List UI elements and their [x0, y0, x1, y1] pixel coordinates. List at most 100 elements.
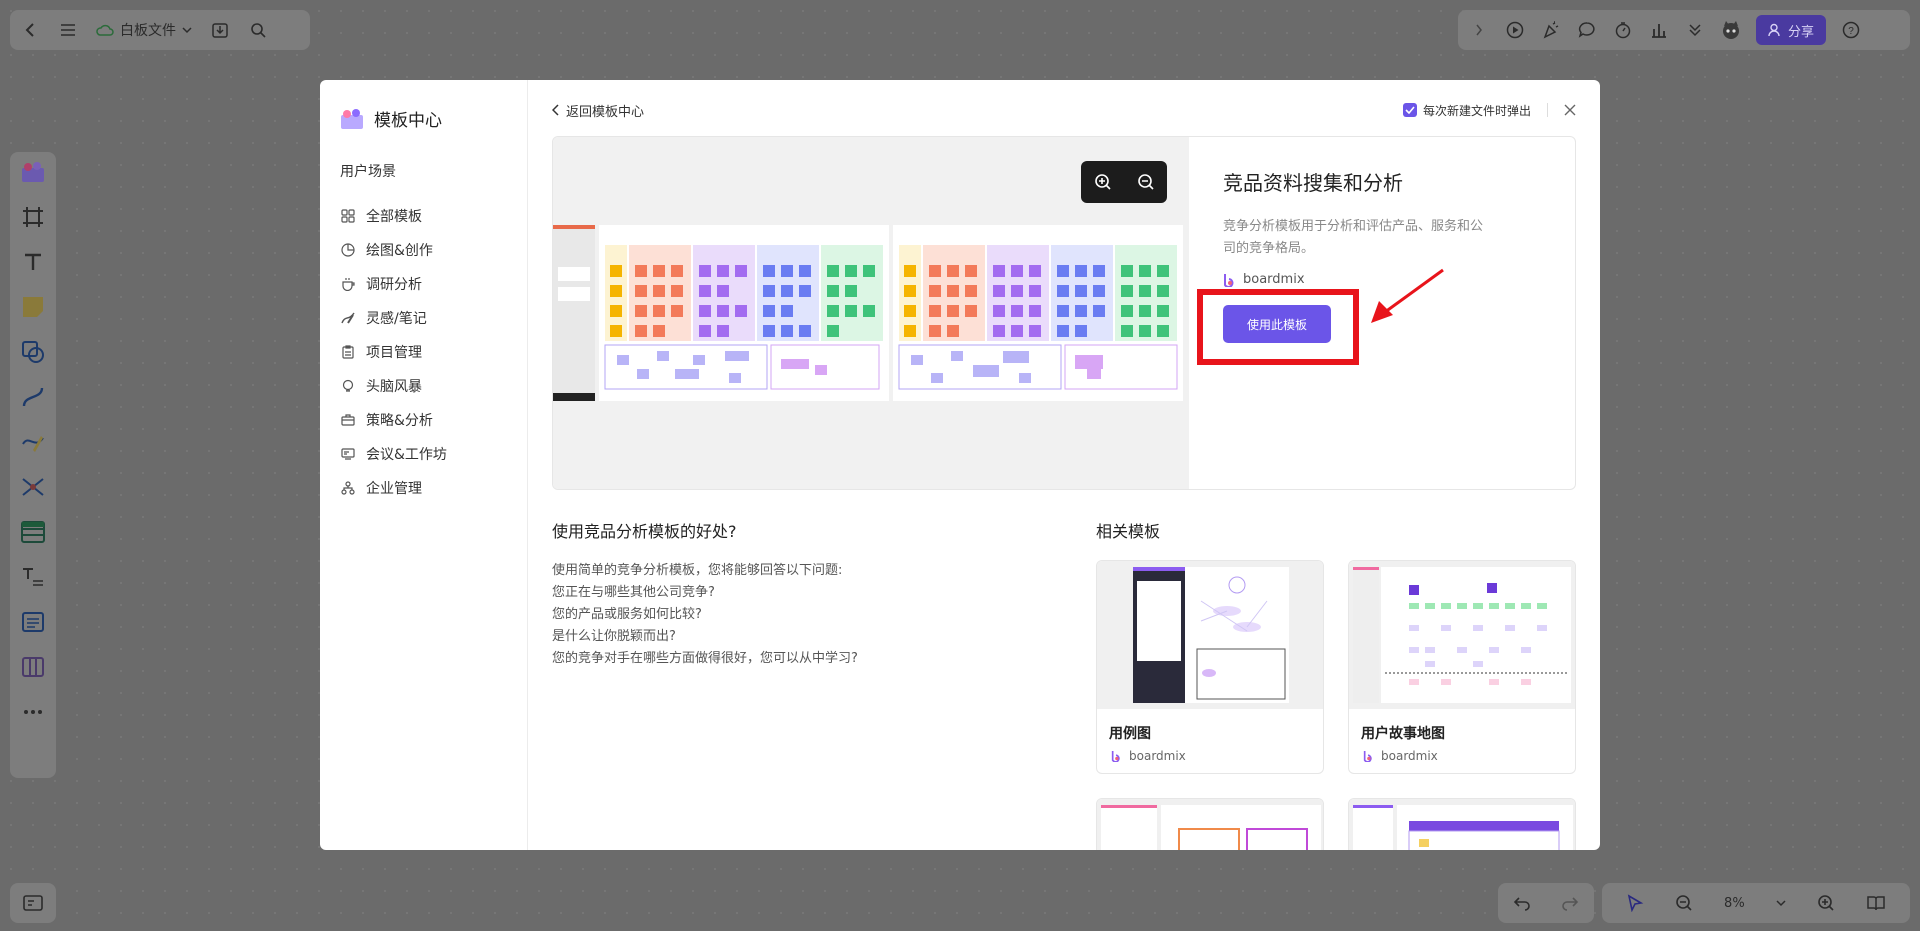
benefit-line: 您正在与哪些其他公司竞争?: [552, 585, 715, 600]
template-preview-image[interactable]: [553, 137, 1189, 489]
svg-text:?: ?: [1848, 26, 1854, 37]
vote-icon[interactable]: [1648, 19, 1670, 41]
benefit-line: 您的竞争对手在哪些方面做得很好，您可以从中学习?: [552, 651, 858, 666]
checkbox-checked[interactable]: [1402, 103, 1417, 117]
timer-icon[interactable]: [1612, 19, 1634, 41]
template-description: 竞争分析模板用于分析和评估产品、服务和公司的竞争格局。: [1223, 219, 1484, 256]
use-template-button[interactable]: 使用此模板: [1223, 305, 1331, 343]
sidebar-item-label: 头脑风暴: [366, 379, 422, 395]
meeting-icon: [340, 446, 356, 462]
benefit-line: 是什么让你脱颖而出?: [552, 629, 676, 644]
popup-on-new-file-checkbox[interactable]: 每次新建文件时弹出: [1402, 102, 1531, 119]
back-to-templates-link[interactable]: 返回模板中心: [552, 101, 644, 120]
table-icon[interactable]: [19, 518, 47, 546]
author-name: boardmix: [1129, 749, 1186, 763]
file-name-dropdown[interactable]: 白板文件: [96, 20, 192, 40]
play-icon[interactable]: [1504, 19, 1526, 41]
top-right-toolbar: 分享 ?: [1458, 10, 1910, 50]
mindmap-icon[interactable]: [19, 473, 47, 501]
back-icon[interactable]: [20, 20, 40, 40]
template-sidebar: 模板中心 用户场景 全部模板 绘图&创作 调研分析 灵感/笔记 项目管理 头脑风…: [320, 80, 528, 850]
red-arrow-annotation: [1371, 268, 1444, 323]
search-icon[interactable]: [248, 20, 268, 40]
avatar[interactable]: [1720, 19, 1742, 41]
minimap-button[interactable]: [10, 883, 56, 923]
sidebar-item-label: 项目管理: [366, 345, 422, 361]
back-label: 返回模板中心: [566, 104, 645, 120]
checkbox-label: 每次新建文件时弹出: [1422, 103, 1531, 118]
related-thumbnail: [1349, 799, 1575, 850]
sidebar-item-all[interactable]: 全部模板: [340, 199, 527, 233]
template-preview-card: 竞品资料搜集和分析 竞争分析模板用于分析和评估产品、服务和公司的竞争格局。 bo…: [552, 136, 1576, 490]
template-center-modal: 模板中心 用户场景 全部模板 绘图&创作 调研分析 灵感/笔记 项目管理 头脑风…: [320, 80, 1600, 850]
more-icon[interactable]: [19, 698, 47, 726]
benefit-line: 使用简单的竞争分析模板，您将能够回答以下问题:: [552, 563, 843, 578]
related-card-user-story-map[interactable]: 用户故事地图 boardmix: [1348, 560, 1576, 774]
divider: [1547, 103, 1548, 117]
party-icon[interactable]: [1540, 19, 1562, 41]
preview-zoom-controls: [1081, 161, 1167, 203]
template-icon[interactable]: [19, 158, 47, 186]
menu-icon[interactable]: [58, 20, 78, 40]
sidebar-item-label: 全部模板: [366, 209, 422, 225]
template-title: 竞品资料搜集和分析: [1223, 171, 1403, 195]
bulb-icon: [340, 378, 356, 394]
chevron-down-icon[interactable]: [1776, 899, 1786, 907]
text-list-icon[interactable]: [19, 563, 47, 591]
related-card-partial[interactable]: [1348, 798, 1576, 850]
zoom-level[interactable]: 8%: [1724, 896, 1745, 911]
benefits-title: 使用竞品分析模板的好处?: [552, 522, 737, 541]
select-icon[interactable]: [1626, 894, 1644, 912]
related-templates-section: 相关模板 用例图 boardmix 用户故事地图 boardmix: [1096, 518, 1576, 850]
related-card-name: 用例图: [1109, 726, 1151, 742]
text-icon[interactable]: [19, 248, 47, 276]
related-title: 相关模板: [1096, 522, 1161, 541]
detail-lower: 使用竞品分析模板的好处? 使用简单的竞争分析模板，您将能够回答以下问题: 您正在…: [552, 518, 1576, 850]
double-chevron-down-icon[interactable]: [1684, 19, 1706, 41]
frame-icon[interactable]: [19, 203, 47, 231]
related-thumbnail: [1097, 799, 1323, 850]
redo-icon[interactable]: [1561, 895, 1579, 911]
palette-icon: [340, 242, 356, 258]
pen-icon: [340, 310, 356, 326]
help-icon[interactable]: ?: [1840, 19, 1862, 41]
template-info: 竞品资料搜集和分析 竞争分析模板用于分析和评估产品、服务和公司的竞争格局。 bo…: [1189, 137, 1575, 489]
chevron-right-icon[interactable]: [1468, 19, 1490, 41]
related-card-partial[interactable]: [1096, 798, 1324, 850]
connector-icon[interactable]: [19, 383, 47, 411]
zoom-in-icon[interactable]: [1817, 894, 1835, 912]
column-icon[interactable]: [19, 653, 47, 681]
download-icon[interactable]: [210, 20, 230, 40]
sidebar-item-drawing[interactable]: 绘图&创作: [340, 233, 527, 267]
sidebar-item-brainstorm[interactable]: 头脑风暴: [340, 369, 527, 403]
benefit-line: 您的产品或服务如何比较?: [552, 607, 702, 622]
sticky-note-icon[interactable]: [19, 293, 47, 321]
share-button[interactable]: 分享: [1756, 15, 1827, 45]
sidebar-item-strategy[interactable]: 策略&分析: [340, 403, 527, 437]
sidebar-item-label: 策略&分析: [366, 413, 433, 429]
zoom-out-icon[interactable]: [1137, 173, 1155, 191]
sidebar-item-project[interactable]: 项目管理: [340, 335, 527, 369]
undo-icon[interactable]: [1513, 895, 1531, 911]
sidebar-item-label: 灵感/笔记: [366, 311, 427, 327]
sidebar-item-research[interactable]: 调研分析: [340, 267, 527, 301]
related-thumbnail: [1097, 561, 1323, 709]
template-center-brand: 模板中心: [340, 106, 527, 131]
author-name: boardmix: [1381, 749, 1438, 763]
sidebar-item-label: 会议&工作坊: [366, 447, 447, 463]
sidebar-item-notes[interactable]: 灵感/笔记: [340, 301, 527, 335]
kanban-icon[interactable]: [19, 608, 47, 636]
book-icon[interactable]: [1866, 894, 1886, 912]
zoom-in-icon[interactable]: [1094, 173, 1112, 191]
pen-icon[interactable]: [19, 428, 47, 456]
sidebar-item-meeting[interactable]: 会议&工作坊: [340, 437, 527, 471]
zoom-out-icon[interactable]: [1675, 894, 1693, 912]
related-card-use-case[interactable]: 用例图 boardmix: [1096, 560, 1324, 774]
comment-icon[interactable]: [1576, 19, 1598, 41]
check-icon: [1405, 106, 1415, 114]
close-icon[interactable]: [1564, 104, 1576, 116]
clipboard-icon: [340, 344, 356, 360]
sidebar-item-enterprise[interactable]: 企业管理: [340, 471, 527, 505]
sidebar-item-label: 调研分析: [366, 277, 422, 293]
shape-icon[interactable]: [19, 338, 47, 366]
